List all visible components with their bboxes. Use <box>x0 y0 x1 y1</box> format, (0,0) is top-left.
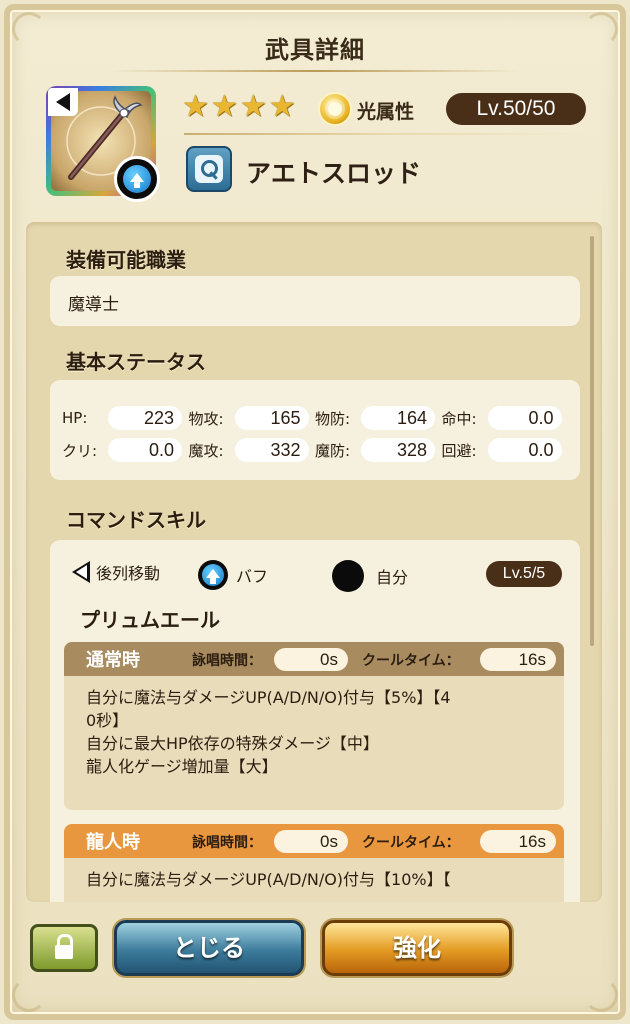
stat-value: 328 <box>361 438 435 462</box>
stat-cell: 回避: 0.0 <box>442 438 569 462</box>
cooldown-label: クールタイム： <box>362 653 460 669</box>
skill-box: 後列移動 バフ 自分 Lv.5/5 プリュムエール 通常時 詠唱時間： 0s ク… <box>50 540 580 902</box>
stat-value: 332 <box>234 438 309 462</box>
skill-tag-buff-label: バフ <box>236 567 269 586</box>
element-label: 光属性 <box>357 101 415 123</box>
lock-icon <box>55 934 73 959</box>
stats-section-title: 基本ステータス <box>66 350 206 374</box>
dragon-mode-header: 龍人時 詠唱時間： 0s クールタイム： 16s <box>64 824 564 858</box>
skill-tag-move: 後列移動 <box>72 560 160 584</box>
skill-tags: 後列移動 バフ 自分 Lv.5/5 <box>72 560 562 592</box>
detail-panel[interactable]: 装備可能職業 魔導士 基本ステータス HP: 223 物攻: 165 物防: 164 … <box>26 222 602 902</box>
stats-row: HP: 223 物攻: 165 物防: 164 命中: 0.0 <box>62 402 568 434</box>
stat-label: 魔防: <box>315 441 351 460</box>
stats-row: クリ: 0.0 魔攻: 332 魔防: 328 回避: 0.0 <box>62 434 568 466</box>
buff-badge <box>114 156 160 202</box>
back-row-icon <box>72 561 90 583</box>
weapon-level-badge: Lv.50/50 <box>446 93 586 125</box>
page-title: 武具詳細 <box>265 36 365 64</box>
lock-button[interactable] <box>30 924 98 972</box>
mode-label: 通常時 <box>86 650 140 671</box>
cast-time-value: 0s <box>274 648 348 671</box>
stat-cell: 命中: 0.0 <box>442 406 569 430</box>
stats-grid: HP: 223 物攻: 165 物防: 164 命中: 0.0 クリ: 0.0 魔攻: 33… <box>62 402 568 466</box>
cooldown-label: クールタイム： <box>362 835 460 851</box>
dragon-mode-card: 龍人時 詠唱時間： 0s クールタイム： 16s 自分に魔法与ダメージUP(A/… <box>64 824 564 902</box>
stat-cell: HP: 223 <box>62 406 189 430</box>
skill-tag-buff: バフ <box>198 560 268 590</box>
skill-tag-target-label: 自分 <box>376 568 409 587</box>
stat-label: クリ: <box>62 441 98 460</box>
mode-label: 龍人時 <box>86 832 140 853</box>
corner-ornament <box>12 978 46 1012</box>
stat-label: 回避: <box>441 441 477 460</box>
stat-label: 物攻: <box>188 409 224 428</box>
rod-type-icon <box>186 146 232 192</box>
skill-level-badge: Lv.5/5 <box>486 561 562 587</box>
header-divider <box>184 133 584 135</box>
stat-label: HP: <box>62 409 88 427</box>
back-row-icon <box>56 93 70 111</box>
corner-ornament <box>584 978 618 1012</box>
effect-line: 自分に魔法与ダメージUP(A/D/N/O)付与【5%】【4 <box>86 688 451 707</box>
title-divider <box>110 70 520 72</box>
cooldown-value: 16s <box>480 648 556 671</box>
stat-value: 223 <box>108 406 182 430</box>
star-icon: ★ <box>210 89 238 124</box>
star-icon: ★ <box>239 89 267 124</box>
buff-up-icon <box>123 165 151 193</box>
skill-tag-target: 自分 <box>332 560 408 592</box>
light-element-icon <box>318 92 352 126</box>
job-value: 魔導士 <box>68 295 119 315</box>
effect-line: 自分に最大HP依存の特殊ダメージ【中】 <box>86 734 379 753</box>
effect-line: 0秒】 <box>86 711 129 730</box>
self-target-icon <box>332 560 364 592</box>
scrollbar[interactable] <box>590 236 594 646</box>
stat-cell: 物攻: 165 <box>189 406 316 430</box>
stat-label: 命中: <box>441 409 477 428</box>
weapon-name: アエトスロッド <box>246 159 422 188</box>
effect-line: 龍人化ゲージ増加量【大】 <box>86 757 278 776</box>
rarity-stars: ★ ★ ★ ★ <box>182 91 296 123</box>
normal-mode-header: 通常時 詠唱時間： 0s クールタイム： 16s <box>64 642 564 676</box>
back-row-tag <box>48 88 78 116</box>
stat-cell: クリ: 0.0 <box>62 438 189 462</box>
enhance-button[interactable]: 強化 <box>322 920 512 976</box>
buff-icon <box>198 560 228 590</box>
stat-value: 165 <box>234 406 309 430</box>
stat-value: 0.0 <box>487 438 562 462</box>
job-box: 魔導士 <box>50 276 580 326</box>
dragon-mode-effects: 自分に魔法与ダメージUP(A/D/N/O)付与【10%】【 <box>64 858 564 902</box>
stat-value: 0.0 <box>108 438 182 462</box>
cast-time-value: 0s <box>274 830 348 853</box>
cooldown-value: 16s <box>480 830 556 853</box>
stat-label: 魔攻: <box>188 441 224 460</box>
skill-tag-move-label: 後列移動 <box>96 564 161 583</box>
job-section-title: 装備可能職業 <box>66 248 186 272</box>
stat-label: 物防: <box>315 409 351 428</box>
cast-time-label: 詠唱時間： <box>192 835 262 851</box>
effect-line: 自分に魔法与ダメージUP(A/D/N/O)付与【10%】【 <box>86 870 451 889</box>
normal-mode-card: 通常時 詠唱時間： 0s クールタイム： 16s 自分に魔法与ダメージUP(A/… <box>64 642 564 810</box>
star-icon: ★ <box>182 89 209 124</box>
skill-section-title: コマンドスキル <box>66 508 206 532</box>
stat-cell: 魔攻: 332 <box>189 438 316 462</box>
normal-mode-effects: 自分に魔法与ダメージUP(A/D/N/O)付与【5%】【4 0秒】 自分に最大H… <box>64 676 564 810</box>
stat-value: 0.0 <box>487 406 562 430</box>
stat-cell: 魔防: 328 <box>315 438 442 462</box>
stats-box: HP: 223 物攻: 165 物防: 164 命中: 0.0 クリ: 0.0 魔攻: 33… <box>50 380 580 480</box>
stat-value: 164 <box>361 406 435 430</box>
close-button[interactable]: とじる <box>114 920 304 976</box>
skill-name: プリュムエール <box>80 608 220 632</box>
cast-time-label: 詠唱時間： <box>192 653 262 669</box>
star-icon: ★ <box>268 89 296 124</box>
stat-cell: 物防: 164 <box>315 406 442 430</box>
